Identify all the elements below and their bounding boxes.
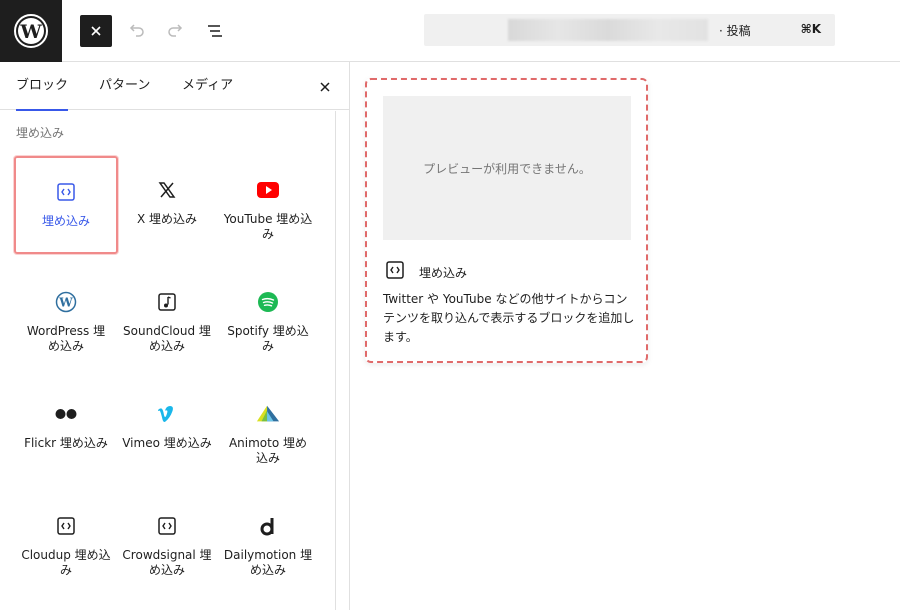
- embed-icon: [54, 514, 78, 538]
- block-animoto-embed[interactable]: Animoto 埋め込み: [216, 380, 320, 478]
- block-preview-card: プレビューが利用できません。 埋め込み Twitter や YouTube など…: [365, 78, 648, 363]
- post-type-label: · 投稿: [719, 24, 751, 38]
- vimeo-icon: [155, 402, 179, 426]
- block-label: Animoto 埋め込み: [228, 436, 308, 465]
- preview-placeholder: プレビューが利用できません。: [383, 96, 631, 240]
- svg-text:W: W: [19, 21, 42, 43]
- tab-blocks[interactable]: ブロック: [16, 62, 69, 111]
- block-label: SoundCloud 埋め込み: [123, 324, 211, 353]
- block-label: Dailymotion 埋め込み: [223, 548, 313, 577]
- preview-title: 埋め込み: [419, 265, 468, 280]
- block-label: Flickr 埋め込み: [24, 436, 108, 450]
- editor-topbar: W · 投稿 ⌘K: [0, 0, 900, 62]
- block-crowdsignal-embed[interactable]: Crowdsignal 埋め込み: [115, 492, 219, 590]
- wordpress-logo-button[interactable]: W: [0, 0, 62, 62]
- section-title: 埋め込み: [16, 126, 65, 140]
- list-view-button[interactable]: [199, 15, 231, 47]
- block-embed[interactable]: 埋め込み: [14, 156, 118, 254]
- block-vimeo-embed[interactable]: Vimeo 埋め込み: [115, 380, 219, 478]
- block-label: X 埋め込み: [136, 212, 198, 226]
- block-label: 埋め込み: [41, 214, 90, 228]
- block-flickr-embed[interactable]: Flickr 埋め込み: [14, 380, 118, 478]
- block-dailymotion-embed[interactable]: Dailymotion 埋め込み: [216, 492, 320, 590]
- block-label: Vimeo 埋め込み: [122, 436, 212, 450]
- block-label: YouTube 埋め込み: [223, 212, 313, 241]
- embed-icon: [385, 260, 405, 284]
- preview-description: Twitter や YouTube などの他サイトからコンテンツを取り込んで表示…: [383, 292, 635, 344]
- close-icon: [91, 26, 101, 36]
- close-panel-button[interactable]: [314, 76, 336, 98]
- command-palette-bar[interactable]: · 投稿 ⌘K: [424, 14, 835, 46]
- block-cloudup-embed[interactable]: Cloudup 埋め込み: [14, 492, 118, 590]
- block-label: Crowdsignal 埋め込み: [122, 548, 212, 577]
- preview-header: 埋め込み: [385, 260, 467, 284]
- spotify-icon: [256, 290, 280, 314]
- panel-scrollbar[interactable]: [335, 111, 336, 610]
- svg-text:W: W: [58, 296, 73, 310]
- wordpress-icon: W: [54, 290, 78, 314]
- youtube-icon: [256, 178, 280, 202]
- block-x-embed[interactable]: X 埋め込み: [115, 156, 219, 254]
- inserter-tabs: ブロック パターン メディア: [0, 62, 349, 111]
- redo-button[interactable]: [160, 15, 192, 47]
- block-inserter-panel: ブロック パターン メディア 埋め込み 埋め込み X 埋め込み YouTube …: [0, 62, 350, 610]
- block-label: Spotify 埋め込み: [227, 324, 309, 353]
- tab-patterns[interactable]: パターン: [99, 62, 150, 110]
- close-icon: [320, 82, 330, 92]
- animoto-icon: [256, 402, 280, 426]
- block-youtube-embed[interactable]: YouTube 埋め込み: [216, 156, 320, 254]
- tab-media[interactable]: メディア: [182, 62, 233, 110]
- block-spotify-embed[interactable]: Spotify 埋め込み: [216, 268, 320, 366]
- soundcloud-icon: [155, 290, 179, 314]
- wordpress-logo-icon: W: [14, 14, 48, 48]
- embed-icon: [54, 180, 78, 204]
- block-wordpress-embed[interactable]: W WordPress 埋め込み: [14, 268, 118, 366]
- blurred-document-title: [508, 19, 708, 41]
- embed-icon: [155, 514, 179, 538]
- x-logo-icon: [155, 178, 179, 202]
- block-label: WordPress 埋め込み: [26, 324, 106, 353]
- flickr-icon: [54, 402, 78, 426]
- close-inserter-button[interactable]: [80, 15, 112, 47]
- undo-icon: [129, 24, 144, 37]
- block-soundcloud-embed[interactable]: SoundCloud 埋め込み: [115, 268, 219, 366]
- dailymotion-icon: [256, 514, 280, 538]
- list-view-icon: [208, 25, 222, 37]
- block-label: Cloudup 埋め込み: [21, 548, 111, 577]
- undo-button[interactable]: [120, 15, 152, 47]
- redo-icon: [168, 24, 183, 37]
- shortcut-label: ⌘K: [800, 22, 821, 36]
